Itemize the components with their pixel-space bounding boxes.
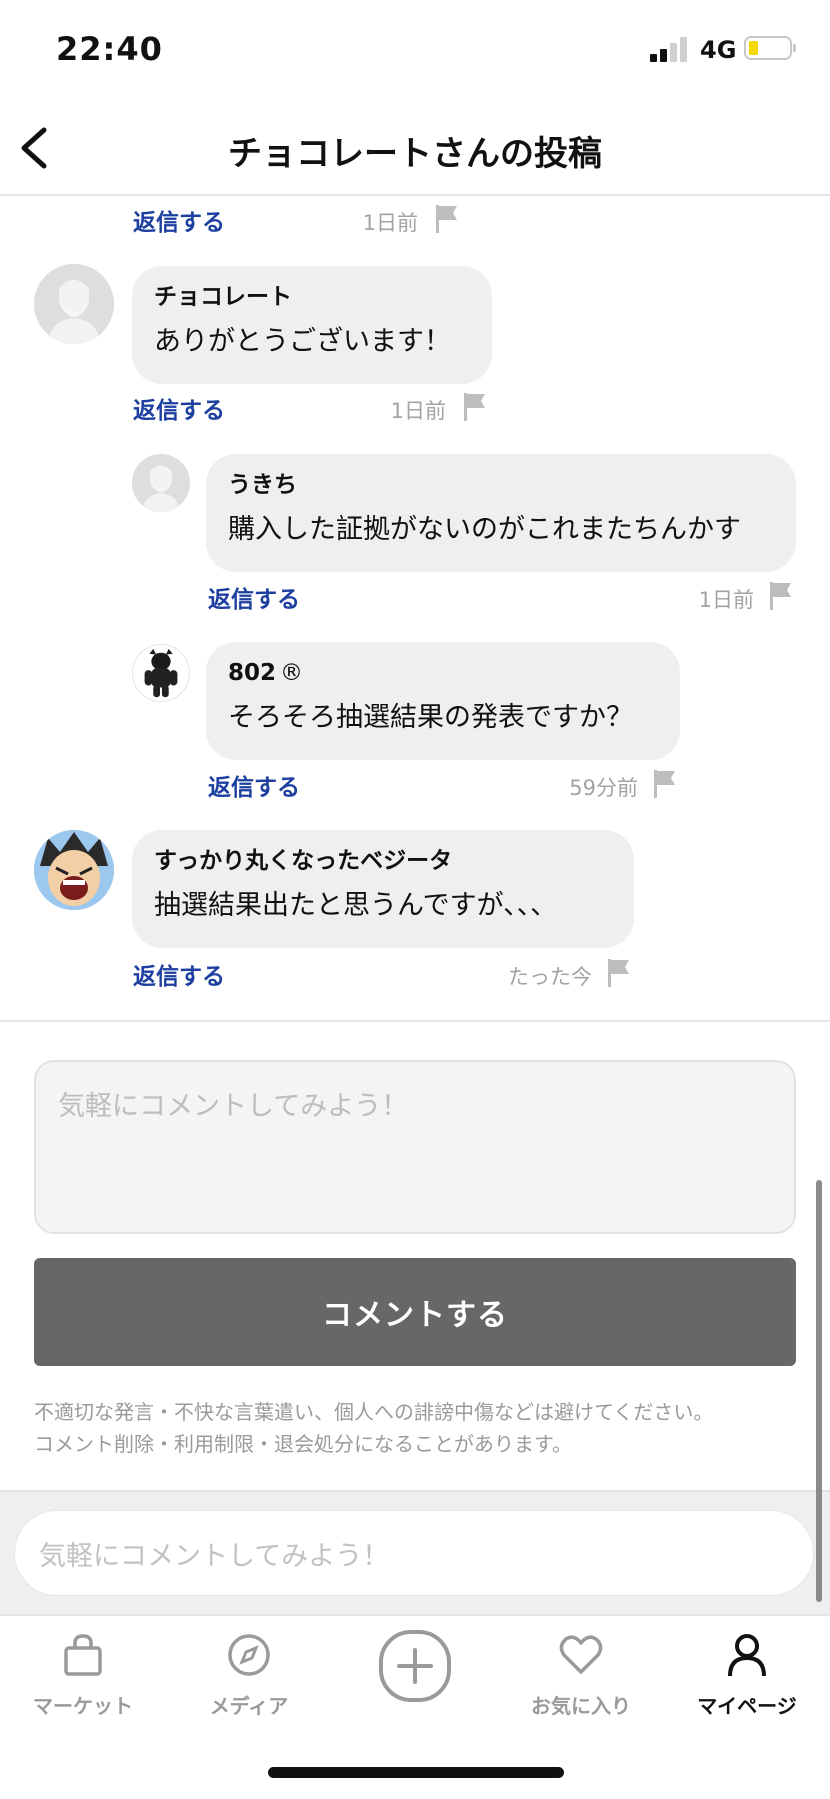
- comment-author: うきち: [228, 472, 297, 498]
- shopping-bag-icon: [64, 1634, 102, 1676]
- reply-button[interactable]: 返信する: [133, 203, 225, 237]
- anime-character-avatar-icon: [34, 830, 114, 910]
- reply-button[interactable]: 返信する: [208, 768, 300, 802]
- comment-time: 1日前: [390, 399, 446, 423]
- reply-button[interactable]: 返信する: [133, 391, 225, 425]
- comment-bubble: チョコレート ありがとうございます！: [132, 266, 492, 384]
- bottom-comment-input[interactable]: 気軽にコメントしてみよう！: [14, 1510, 814, 1596]
- scrollbar[interactable]: [816, 1180, 822, 1602]
- comment-bubble: すっかり丸くなったベジータ 抽選結果出たと思うんですが、、、: [132, 830, 634, 948]
- avatar[interactable]: [34, 830, 114, 910]
- default-avatar-icon: [34, 264, 114, 344]
- comment-notice: 不適切な発言・不快な言葉遣い、個人への誹謗中傷などは避けてください。 コメント削…: [34, 1396, 814, 1460]
- comment-textarea[interactable]: 気軽にコメントしてみよう！: [34, 1060, 796, 1234]
- battery-icon: [744, 36, 796, 60]
- flag-icon[interactable]: [768, 581, 794, 611]
- avatar[interactable]: [132, 454, 190, 512]
- network-type: 4G: [700, 36, 737, 64]
- tab-label: マイページ: [697, 1694, 797, 1718]
- header-divider: [0, 194, 830, 196]
- comment-text: 購入した証拠がないのがこれまたちんかす: [228, 514, 741, 545]
- flag-icon[interactable]: [606, 958, 632, 988]
- comment-author: すっかり丸くなったベジータ: [154, 848, 453, 874]
- default-avatar-icon: [132, 454, 190, 512]
- comment-bubble: 802 ® そろそろ抽選結果の発表ですか？: [206, 642, 680, 760]
- plus-circle-icon: [379, 1630, 451, 1702]
- figure-avatar-icon: [144, 648, 178, 698]
- flag-icon[interactable]: [434, 204, 460, 234]
- registered-mark: ®: [280, 660, 304, 686]
- tab-post[interactable]: [332, 1628, 498, 1708]
- comment-time: 59分前: [569, 776, 638, 800]
- comments-divider: [0, 1020, 830, 1022]
- comment-author: チョコレート: [154, 284, 292, 310]
- page-title: チョコレートさんの投稿: [228, 134, 602, 174]
- comment-text: 抽選結果出たと思うんですが、、、: [154, 890, 558, 921]
- notice-line: 不適切な発言・不快な言葉遣い、個人への誹謗中傷などは避けてください。: [34, 1400, 714, 1424]
- notice-line: コメント削除・利用制限・退会処分になることがあります。: [34, 1432, 572, 1456]
- signal-icon: [650, 36, 690, 62]
- comment-text: そろそろ抽選結果の発表ですか？: [228, 702, 633, 733]
- avatar[interactable]: [34, 264, 114, 344]
- reply-button[interactable]: 返信する: [133, 957, 225, 991]
- comment-text: ありがとうございます！: [154, 326, 451, 357]
- flag-icon[interactable]: [652, 769, 678, 799]
- comment-time: たった今: [508, 965, 592, 989]
- comment-submit-button[interactable]: コメントする: [34, 1258, 796, 1366]
- reply-button[interactable]: 返信する: [208, 580, 300, 614]
- tab-mypage[interactable]: マイページ: [664, 1630, 830, 1719]
- comment-bubble: うきち 購入した証拠がないのがこれまたちんかす: [206, 454, 796, 572]
- tab-label: マーケット: [33, 1694, 133, 1718]
- comment-time: 1日前: [698, 588, 754, 612]
- comment-time: 1日前: [362, 211, 418, 235]
- tab-label: お気に入り: [531, 1694, 631, 1718]
- tab-favorites[interactable]: お気に入り: [498, 1630, 664, 1719]
- tab-market[interactable]: マーケット: [0, 1630, 166, 1719]
- status-time: 22:40: [56, 30, 163, 68]
- home-indicator: [268, 1767, 564, 1778]
- tab-media[interactable]: メディア: [166, 1630, 332, 1719]
- comment-author-row: 802 ®: [228, 658, 658, 688]
- tab-label: メディア: [209, 1694, 289, 1718]
- flag-icon[interactable]: [462, 392, 488, 422]
- heart-icon: [559, 1635, 603, 1674]
- compass-icon: [228, 1634, 270, 1676]
- person-icon: [728, 1634, 766, 1677]
- avatar[interactable]: [132, 644, 190, 702]
- comment-author: 802: [228, 660, 277, 686]
